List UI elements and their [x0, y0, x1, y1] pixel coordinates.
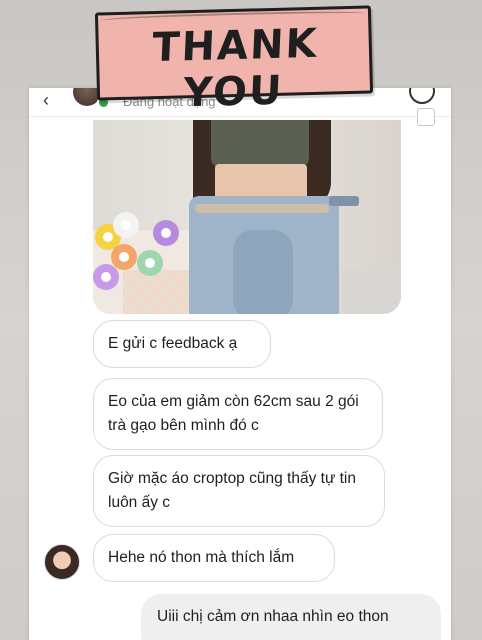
message-text: Eo của em giảm còn 62cm sau 2 gói trà gạ… [108, 393, 359, 434]
message-bubble[interactable]: Giờ mặc áo croptop cũng thấy tự tin luôn… [93, 455, 385, 527]
photo-patterned-fabric [123, 270, 193, 314]
chat-screenshot: ‹ Đang hoạt động E gửi c feedback ạ Eo c… [29, 88, 451, 640]
flower-sticker-icon [153, 220, 179, 246]
photo-belt [195, 204, 329, 213]
photo-waist [215, 164, 307, 200]
outgoing-message-bubble[interactable]: Uiii chị cảm ơn nhaa nhìn eo thon [141, 594, 441, 640]
flower-sticker-icon [111, 244, 137, 270]
message-text: Uiii chị cảm ơn nhaa nhìn eo thon [157, 608, 389, 625]
chevron-left-icon[interactable]: ‹ [43, 90, 49, 111]
shared-photo[interactable] [93, 120, 401, 314]
checkbox-icon[interactable] [417, 108, 435, 126]
message-text: Giờ mặc áo croptop cũng thấy tự tin luôn… [108, 470, 356, 511]
thank-you-sticker: THANK YOU [94, 5, 374, 116]
message-bubble[interactable]: E gửi c feedback ạ [93, 320, 271, 368]
flower-sticker-icon [93, 264, 119, 290]
sticker-text: THANK YOU [151, 20, 320, 117]
info-icon[interactable] [409, 88, 435, 104]
photo-belt-strap [329, 196, 359, 206]
message-text: E gửi c feedback ạ [108, 335, 238, 352]
photo-crop-top [211, 120, 309, 168]
flower-sticker-icon [113, 212, 139, 238]
photo-jeans-shade [233, 230, 293, 314]
message-bubble[interactable]: Eo của em giảm còn 62cm sau 2 gói trà gạ… [93, 378, 383, 450]
message-bubble[interactable]: Hehe nó thon mà thích lắm [93, 534, 335, 582]
photo-background [343, 270, 401, 314]
sender-avatar[interactable] [44, 544, 80, 580]
flower-sticker-icon [137, 250, 163, 276]
message-text: Hehe nó thon mà thích lắm [108, 549, 295, 566]
